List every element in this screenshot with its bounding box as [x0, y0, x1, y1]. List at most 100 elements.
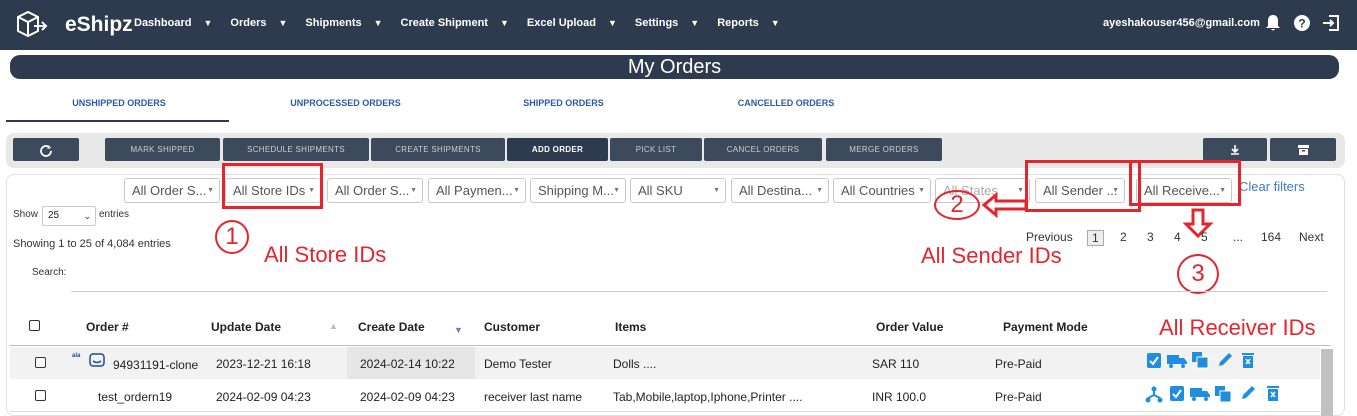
order-number[interactable]: 94931191-clone — [113, 358, 198, 372]
help-icon[interactable]: ? — [1292, 13, 1312, 33]
row-checkbox[interactable] — [35, 390, 46, 401]
filter-countries[interactable]: All Countries ▼ — [833, 178, 931, 203]
filter-destination[interactable]: All Destina... ▼ — [731, 178, 829, 203]
chevron-down-icon: ▼ — [499, 18, 509, 28]
copy-icon[interactable] — [1191, 351, 1209, 369]
brand-name[interactable]: eShipz — [65, 13, 133, 37]
pagination-page-3[interactable]: 3 — [1147, 230, 1154, 244]
nav-orders[interactable]: Orders ▼ — [230, 17, 305, 29]
page-size-select[interactable]: 25 ⌄ — [42, 206, 96, 226]
column-header-payment-mode[interactable]: Payment Mode — [1003, 320, 1088, 334]
merge-orders-button[interactable]: MERGE ORDERS — [826, 138, 942, 161]
archive-icon — [1297, 144, 1309, 155]
filter-value: All SKU — [638, 183, 683, 198]
nav-shipments[interactable]: Shipments ▼ — [305, 17, 400, 29]
filter-shipping-method[interactable]: Shipping M... ▼ — [530, 178, 626, 203]
filter-order-source[interactable]: All Order S... ▼ — [124, 178, 220, 203]
logo-box-icon[interactable] — [14, 9, 48, 41]
filter-payment[interactable]: All Paymen... ▼ — [428, 178, 526, 203]
truck-icon[interactable] — [1189, 384, 1211, 402]
refresh-button[interactable] — [13, 138, 79, 161]
cancel-orders-button[interactable]: CANCEL ORDERS — [704, 138, 822, 161]
nav-reports[interactable]: Reports ▼ — [717, 17, 797, 29]
tab-unshipped-orders[interactable]: UNSHIPPED ORDERS — [44, 98, 194, 108]
pagination-previous[interactable]: Previous — [1026, 230, 1073, 244]
logout-icon[interactable] — [1321, 13, 1341, 33]
delete-icon[interactable] — [1264, 384, 1282, 402]
order-value: INR 100.0 — [872, 390, 927, 404]
filter-sender[interactable]: All Sender ... ▼ — [1035, 178, 1125, 203]
table-row: ala 94931191-clone 2023-12-21 16:18 2024… — [10, 347, 1320, 379]
edit-pencil-icon[interactable] — [1239, 384, 1257, 402]
column-header-customer[interactable]: Customer — [484, 320, 540, 334]
chevron-down-icon: ▼ — [203, 18, 213, 28]
column-header-items[interactable]: Items — [615, 320, 646, 334]
annotation-number-3: 3 — [1177, 254, 1219, 294]
pagination-next[interactable]: Next — [1299, 230, 1324, 244]
column-header-update-date[interactable]: Update Date — [211, 320, 281, 334]
chevron-down-icon: ▼ — [690, 18, 700, 28]
tab-cancelled-orders[interactable]: CANCELLED ORDERS — [711, 98, 861, 108]
copy-icon[interactable] — [1214, 385, 1232, 403]
search-input[interactable] — [71, 291, 1327, 292]
edit-pencil-icon[interactable] — [1216, 351, 1234, 369]
entries-label: entries — [99, 209, 130, 220]
column-header-order-value[interactable]: Order Value — [876, 320, 943, 334]
order-tabs: UNSHIPPED ORDERS UNPROCESSED ORDERS SHIP… — [6, 85, 1346, 123]
filter-store-ids[interactable]: All Store IDs ▼ — [225, 178, 321, 203]
check-clipboard-icon[interactable] — [1168, 384, 1186, 402]
inbox-icon — [89, 353, 105, 367]
filter-value: All Order S... — [335, 183, 410, 198]
pagination-page-last[interactable]: 164 — [1261, 230, 1281, 244]
filter-sku[interactable]: All SKU ▼ — [630, 178, 726, 203]
download-button[interactable] — [1203, 138, 1267, 161]
create-date: 2024-02-09 04:23 — [360, 390, 455, 404]
delete-icon[interactable] — [1239, 351, 1257, 369]
nav-label: Create Shipment — [400, 17, 488, 29]
dropdown-arrow-icon: ▼ — [513, 187, 520, 194]
table-scrollbar[interactable] — [1321, 349, 1333, 416]
filter-value: All Countries — [841, 183, 915, 198]
bell-icon[interactable] — [1263, 13, 1283, 33]
page-size-value: 25 — [48, 210, 60, 221]
split-icon[interactable] — [1145, 385, 1163, 403]
chevron-down-icon: ▼ — [607, 18, 617, 28]
filter-value: All Order S... — [132, 183, 207, 198]
tab-shipped-orders[interactable]: SHIPPED ORDERS — [496, 98, 631, 108]
truck-icon[interactable] — [1166, 351, 1188, 369]
pagination-page-1[interactable]: 1 — [1087, 230, 1104, 246]
annotation-label-receiver-ids: All Receiver IDs — [1159, 315, 1316, 340]
nav-settings[interactable]: Settings ▼ — [635, 17, 717, 29]
row-checkbox[interactable] — [35, 357, 46, 368]
create-shipments-button[interactable]: CREATE SHIPMENTS — [371, 138, 505, 161]
nav-label: Orders — [230, 17, 267, 29]
mark-shipped-button[interactable]: MARK SHIPPED — [105, 138, 220, 161]
nav-excel-upload[interactable]: Excel Upload ▼ — [527, 17, 635, 29]
filter-receiver[interactable]: All Receive... ▼ — [1136, 178, 1232, 203]
dropdown-arrow-icon: ▼ — [816, 187, 823, 194]
tab-unprocessed-orders[interactable]: UNPROCESSED ORDERS — [258, 98, 433, 108]
annotation-label-store-ids: All Store IDs — [264, 242, 387, 267]
nav-dashboard[interactable]: Dashboard ▼ — [134, 17, 230, 29]
nav-create-shipment[interactable]: Create Shipment ▼ — [401, 17, 527, 29]
filter-value: All Paymen... — [436, 183, 513, 198]
user-email[interactable]: ayeshakouser456@gmail.com — [1103, 17, 1260, 29]
clear-filters-link[interactable]: Clear filters — [1239, 179, 1305, 194]
check-clipboard-icon[interactable] — [1145, 351, 1163, 369]
pick-list-button[interactable]: PICK LIST — [610, 138, 702, 161]
select-all-checkbox[interactable] — [29, 320, 40, 331]
pagination-page-2[interactable]: 2 — [1120, 230, 1127, 244]
pagination-page-5[interactable]: 5 — [1201, 230, 1208, 244]
table-row: test_ordern19 2024-02-09 04:23 2024-02-0… — [10, 380, 1320, 412]
filter-order-status[interactable]: All Order S... ▼ — [327, 178, 423, 203]
pagination-page-4[interactable]: 4 — [1174, 230, 1181, 244]
dropdown-arrow-icon: ▼ — [918, 187, 925, 194]
nav-label: Reports — [717, 17, 759, 29]
column-header-create-date[interactable]: Create Date — [358, 320, 425, 334]
archive-button[interactable] — [1270, 138, 1336, 161]
add-order-button[interactable]: ADD ORDER — [507, 138, 608, 161]
schedule-shipments-button[interactable]: SCHEDULE SHIPMENTS — [223, 138, 369, 161]
order-number[interactable]: test_ordern19 — [98, 390, 172, 404]
column-header-order[interactable]: Order # — [86, 320, 129, 334]
sort-icon: ▲ — [329, 321, 338, 331]
